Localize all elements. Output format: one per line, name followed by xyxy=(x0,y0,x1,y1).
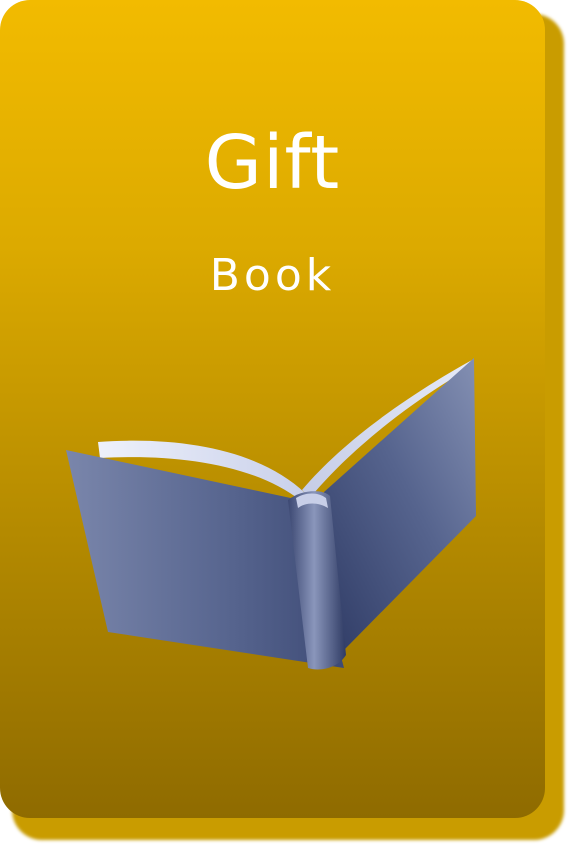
card-title: Gift xyxy=(204,120,341,206)
card-subtitle: Book xyxy=(209,250,336,301)
gift-card[interactable]: Gift Book xyxy=(0,0,545,818)
open-book-icon xyxy=(66,358,476,670)
